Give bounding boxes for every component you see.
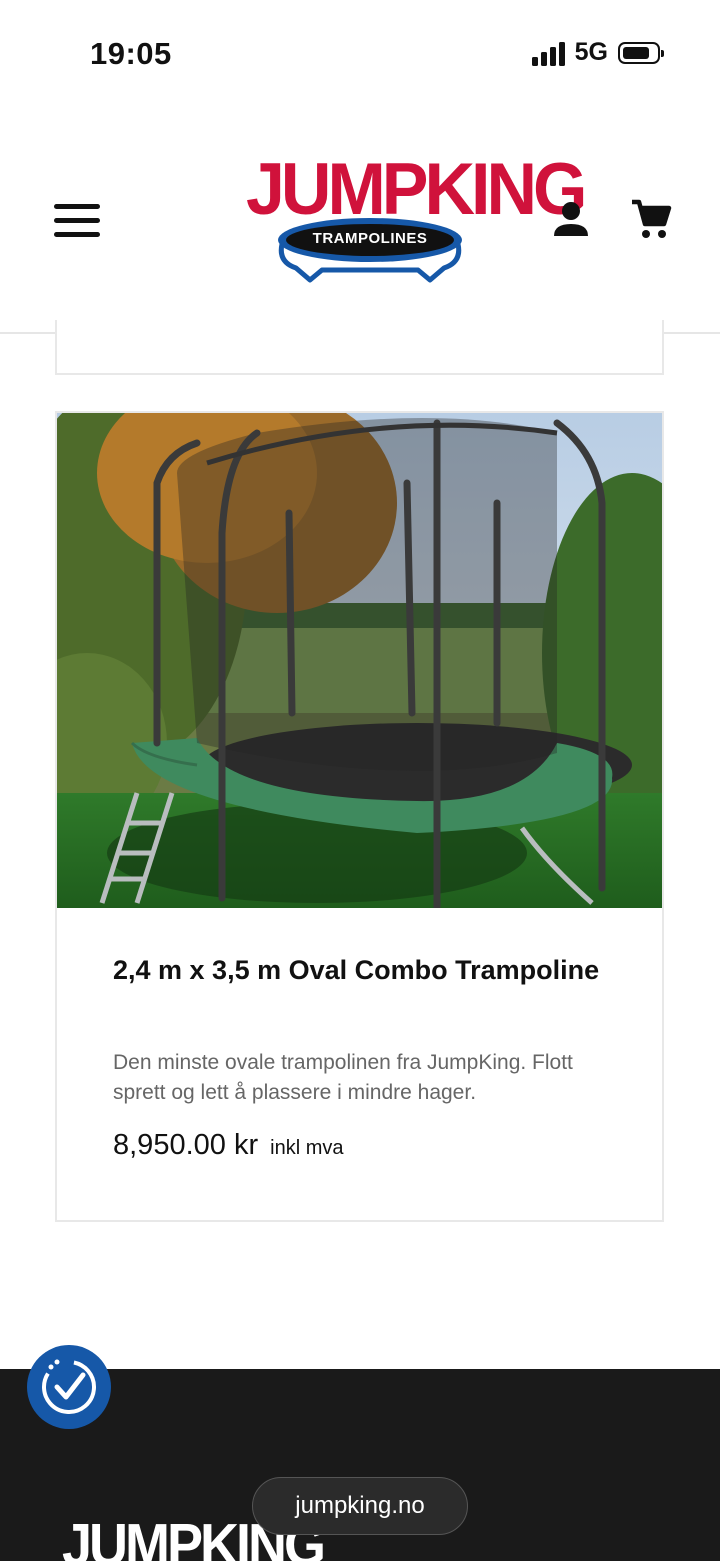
product-image[interactable]	[57, 413, 662, 908]
status-bar: 19:05 5G	[0, 0, 720, 100]
trampoline-photo	[57, 413, 662, 908]
logo-subtext: TRAMPOLINES	[312, 230, 428, 247]
jumpking-logo[interactable]: JUMPKING TRAMPOLINES	[246, 146, 587, 292]
signal-icon	[531, 40, 565, 66]
network-type: 5G	[574, 38, 608, 66]
product-card[interactable]: 2,4 m x 3,5 m Oval Combo Trampoline Den …	[55, 411, 664, 1222]
product-price: 8,950.00 kr	[113, 1129, 259, 1161]
product-price-row: 8,950.00 kr inkl mva	[113, 1129, 344, 1162]
product-title[interactable]: 2,4 m x 3,5 m Oval Combo Trampoline	[113, 951, 613, 989]
trampoline-emblem-icon	[278, 218, 462, 283]
product-description: Den minste ovale trampolinen fra JumpKin…	[113, 1051, 573, 1104]
accessibility-icon	[42, 1359, 96, 1414]
status-time: 19:05	[90, 36, 172, 71]
browser-url-bar[interactable]: jumpking.no	[252, 1477, 468, 1535]
accessibility-button[interactable]	[27, 1345, 111, 1429]
previous-product-card[interactable]	[55, 320, 664, 375]
account-icon[interactable]	[552, 200, 590, 240]
site-header: JUMPKING TRAMPOLINES	[0, 100, 720, 334]
price-note: inkl mva	[270, 1137, 344, 1159]
cart-icon[interactable]	[630, 198, 672, 240]
status-indicators: 5G	[531, 38, 664, 67]
battery-icon	[618, 41, 664, 64]
menu-icon[interactable]	[54, 204, 100, 238]
